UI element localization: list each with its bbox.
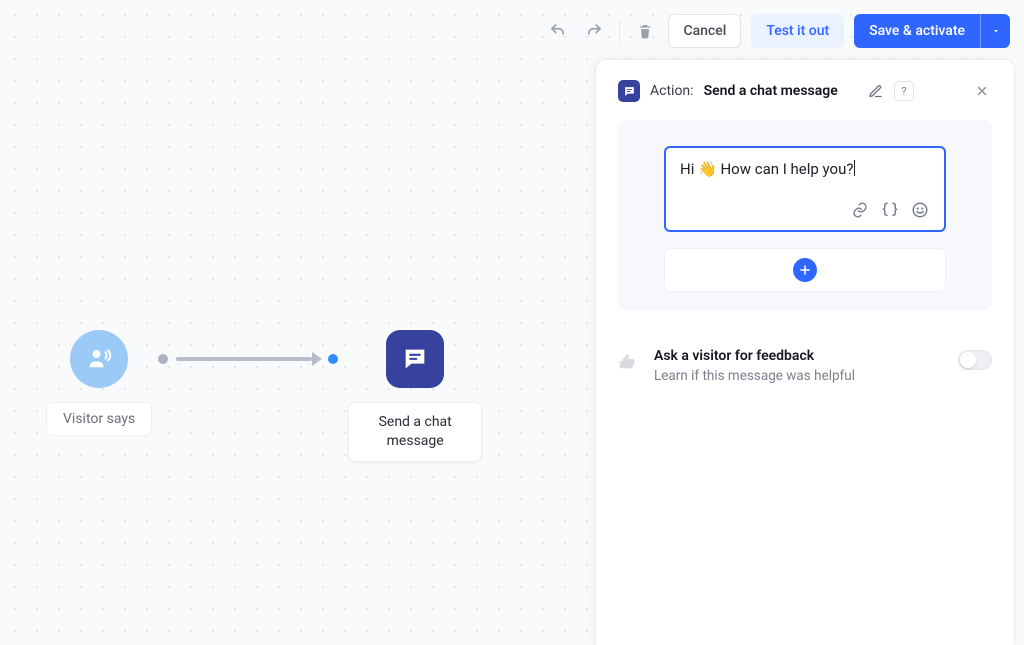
connector-start-dot <box>158 354 168 364</box>
trash-icon[interactable] <box>632 18 658 44</box>
chat-action-icon <box>386 330 444 388</box>
trigger-label: Visitor says <box>46 402 152 436</box>
trigger-node[interactable]: Visitor says <box>46 330 152 436</box>
cancel-button[interactable]: Cancel <box>668 14 741 48</box>
connector-end-dot <box>328 354 338 364</box>
wave-emoji: 👋 <box>698 160 717 178</box>
message-toolbar <box>680 200 930 220</box>
panel-header-title: Send a chat message <box>704 83 838 99</box>
close-icon[interactable] <box>972 81 992 101</box>
action-label: Send a chat message <box>348 402 482 462</box>
variable-braces-icon[interactable] <box>880 200 900 220</box>
message-prefix: Hi <box>680 160 698 178</box>
connector-arrow <box>312 352 322 366</box>
message-rest: How can I help you? <box>717 160 854 178</box>
top-toolbar: Cancel Test it out Save & activate <box>545 14 1010 48</box>
save-dropdown-caret[interactable] <box>980 14 1010 48</box>
message-input[interactable]: Hi 👋 How can I help you? <box>664 146 946 232</box>
add-icon[interactable] <box>793 258 817 282</box>
link-icon[interactable] <box>850 200 870 220</box>
undo-icon[interactable] <box>545 18 571 44</box>
action-node[interactable]: Send a chat message <box>348 330 482 462</box>
edit-icon[interactable] <box>864 80 886 102</box>
panel-header: Action: Send a chat message ? <box>596 60 1014 118</box>
thumbs-icon <box>618 350 640 376</box>
emoji-icon[interactable] <box>910 200 930 220</box>
panel-header-prefix: Action: <box>650 83 694 99</box>
save-activate-button[interactable]: Save & activate <box>854 14 980 48</box>
save-button-group: Save & activate <box>854 14 1010 48</box>
help-icon[interactable]: ? <box>894 81 914 101</box>
redo-icon[interactable] <box>581 18 607 44</box>
toolbar-divider <box>619 20 620 42</box>
connector-line <box>176 357 312 361</box>
flow-diagram: Visitor says Send a chat message <box>46 330 482 462</box>
text-caret <box>854 160 855 176</box>
visitor-icon <box>70 330 128 388</box>
test-button[interactable]: Test it out <box>751 14 844 48</box>
feedback-subtitle: Learn if this message was helpful <box>654 368 855 384</box>
feedback-title: Ask a visitor for feedback <box>654 348 855 364</box>
panel-body: Hi 👋 How can I help you? <box>596 118 1014 328</box>
add-message-row[interactable] <box>664 248 946 292</box>
action-editor-panel: Action: Send a chat message ? Hi 👋 How c… <box>596 60 1014 645</box>
chat-icon <box>618 80 640 102</box>
message-editor-well: Hi 👋 How can I help you? <box>618 120 992 310</box>
feedback-option: Ask a visitor for feedback Learn if this… <box>596 328 1014 384</box>
connector <box>152 330 338 388</box>
feedback-toggle[interactable] <box>958 350 992 370</box>
message-text[interactable]: Hi 👋 How can I help you? <box>680 160 930 200</box>
